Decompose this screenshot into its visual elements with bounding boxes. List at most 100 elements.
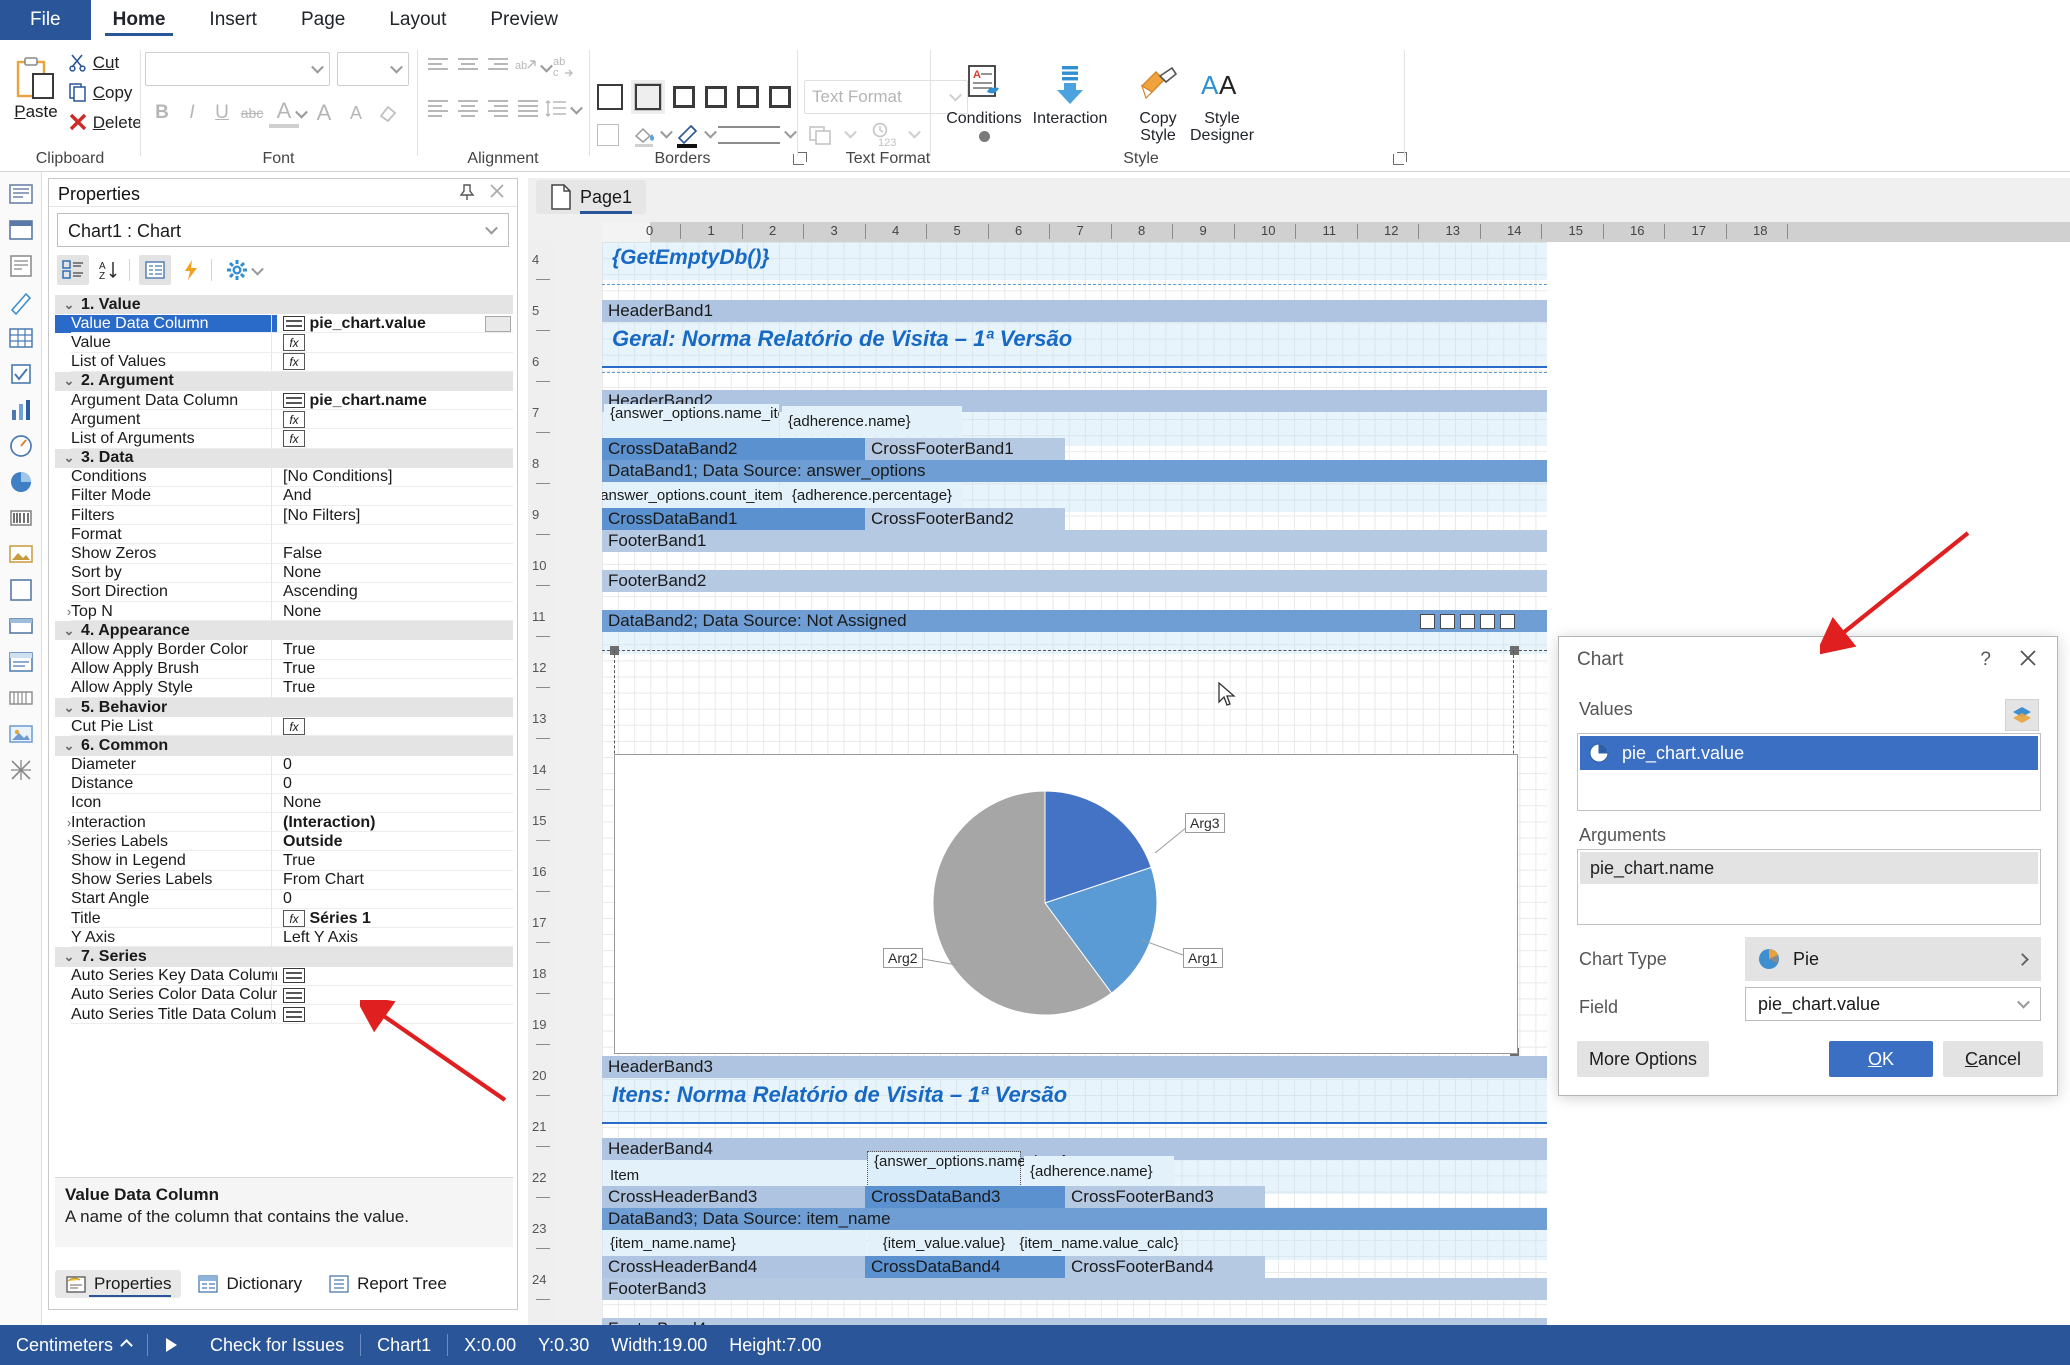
object-selector-combo[interactable]: Chart1 : Chart [57,213,509,247]
rail-picture-icon[interactable] [7,720,35,748]
more-options-button[interactable]: More Options [1577,1041,1709,1077]
values-list-item[interactable]: pie_chart.value [1580,736,2038,770]
property-value[interactable]: pie_chart.name [277,392,513,410]
property-value[interactable]: From Chart [277,871,513,889]
property-category[interactable]: ⌄ 5. Behavior [55,697,513,718]
border-all-button[interactable] [597,84,623,110]
rail-pencil-icon[interactable] [7,288,35,316]
tab-page[interactable]: Page [279,0,367,40]
rail-image-icon[interactable] [7,540,35,568]
band-crossdataband1[interactable]: CrossDataBand1 [602,508,865,530]
property-row[interactable]: › Interaction (Interaction) [55,813,513,833]
tab-properties[interactable]: Properties [55,1270,182,1298]
band-footerband4[interactable]: FooterBand4 [602,1318,1547,1325]
property-row[interactable]: Icon None [55,793,513,814]
property-row[interactable]: Allow Apply Brush True [55,659,513,679]
band-crossfooterband3[interactable]: CrossFooterBand3 [1065,1186,1265,1208]
status-units[interactable]: Centimeters [0,1335,147,1356]
align-center-button[interactable] [454,98,482,124]
band-crossfooterband4[interactable]: CrossFooterBand4 [1065,1256,1265,1278]
property-row[interactable]: Format [55,525,513,545]
rail-gauge-icon[interactable] [7,432,35,460]
chevron-down-icon[interactable]: ⌄ [63,373,75,389]
chevron-down-icon[interactable] [844,125,857,139]
chevron-down-icon[interactable]: ⌄ [63,738,75,754]
conditions-button[interactable]: A Conditions [941,62,1027,143]
textobj-item-name-name[interactable]: {item_name.name} [604,1230,866,1256]
border-box-button[interactable] [673,86,695,108]
clear-format-button[interactable] [373,98,403,128]
wrap-text-button[interactable]: ab c [552,54,580,80]
band-headerband1[interactable]: HeaderBand1 [602,300,1547,322]
property-value[interactable]: fx [277,353,513,371]
chevron-down-icon[interactable] [251,262,264,276]
property-value[interactable]: True [277,679,513,697]
property-row[interactable]: Value fx [55,333,513,353]
property-value[interactable]: 0 [277,756,513,774]
alphabetical-view-button[interactable]: AZ [93,255,125,285]
cut-button[interactable]: Cut [68,52,119,73]
property-row[interactable]: Filter Mode And [55,486,513,507]
text-direction-button[interactable]: ab [514,56,542,82]
number-format-button[interactable]: 123 [870,122,900,153]
rail-table-icon[interactable] [7,324,35,352]
align-justify-button[interactable] [514,98,542,124]
border-selected-button[interactable] [634,83,662,111]
property-category[interactable]: ⌄ 6. Common [55,736,513,756]
rail-subreport-icon[interactable] [7,648,35,676]
textobj-adherence-name-2[interactable]: {adherence.name} [1024,1156,1174,1186]
rail-shape-icon[interactable] [7,576,35,604]
property-value[interactable]: None [277,603,513,621]
property-value[interactable]: None [277,564,513,582]
chart-dialog[interactable]: Chart ? Values pie_chart.value Arguments… [1558,636,2058,1096]
band-crossdataband2[interactable]: CrossDataBand2 [602,438,865,460]
rail-barcode-icon[interactable] [7,504,35,532]
band-btn-move[interactable] [1420,614,1435,629]
pie-chart[interactable] [615,755,1519,1053]
property-value[interactable]: True [277,852,513,870]
align-left-button[interactable] [424,98,452,124]
bold-button[interactable]: B [147,98,177,128]
chevron-right-icon[interactable]: › [63,604,75,619]
property-row[interactable]: Auto Series Color Data Column [55,985,513,1005]
fx-icon[interactable]: fx [283,909,305,927]
data-column-icon[interactable] [283,968,305,984]
rail-chart-icon[interactable] [7,396,35,424]
chevron-down-icon[interactable]: ⌄ [63,700,75,716]
field-combo[interactable]: pie_chart.value [1745,987,2041,1021]
delete-button[interactable]: Delete [68,112,142,133]
vertical-ruler[interactable]: 45678910111213141516171819202122232425 [528,242,554,1351]
chevron-down-icon[interactable] [540,59,553,73]
align-bottom-button[interactable] [484,56,512,82]
fx-icon[interactable]: fx [283,353,305,371]
tab-report-tree[interactable]: Report Tree [318,1270,457,1298]
settings-gear-button[interactable] [221,255,253,285]
property-row[interactable]: Conditions [No Conditions] [55,467,513,487]
property-value[interactable]: Ascending [277,583,513,601]
tab-home[interactable]: Home [91,0,188,40]
property-row[interactable]: Title fx Séries 1 [55,909,513,929]
property-value[interactable] [277,967,513,985]
property-row[interactable]: › Series Labels Outside [55,832,513,852]
property-value[interactable] [277,986,513,1004]
data-column-icon[interactable] [283,987,305,1003]
band-databand1[interactable]: DataBand1; Data Source: answer_options [602,460,1547,482]
textobj-item-name-value-calc[interactable]: {item_name.value_calc} [1019,1230,1179,1256]
property-value[interactable]: fx [277,717,513,736]
property-row[interactable]: Argument Data Column pie_chart.name [55,390,513,411]
property-row[interactable]: Auto Series Key Data Column [55,966,513,986]
chevron-down-icon[interactable]: ⌄ [63,623,75,639]
band-crossdataband4[interactable]: CrossDataBand4 [865,1256,1065,1278]
band-crossheaderband3[interactable]: CrossHeaderBand3 [602,1186,865,1208]
font-color-button[interactable]: A [269,98,299,128]
property-row[interactable]: Show Zeros False [55,544,513,564]
align-middle-button[interactable] [454,56,482,82]
textobj-adherence-percentage[interactable]: {adherence.percentage} [782,482,962,508]
chevron-right-icon[interactable]: › [63,834,75,849]
data-column-icon[interactable] [283,316,305,332]
data-column-icon[interactable] [283,392,305,408]
rail-text-icon[interactable] [7,180,35,208]
fill-color-button[interactable] [632,122,658,153]
property-value[interactable]: pie_chart.value [277,315,513,333]
property-row[interactable]: Auto Series Title Data Column [55,1004,513,1025]
